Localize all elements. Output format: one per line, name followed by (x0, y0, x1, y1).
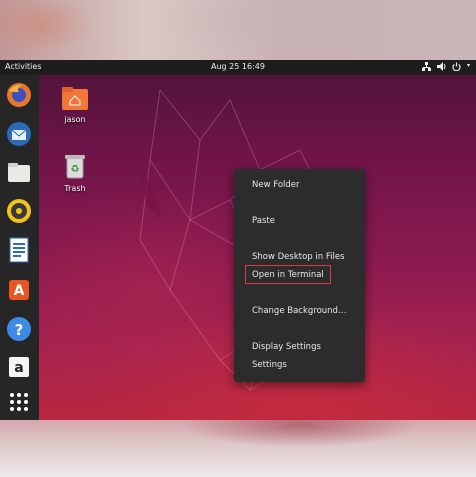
desktop-icon-home[interactable]: jason (55, 85, 95, 124)
ubuntu-software-icon[interactable]: A (5, 275, 33, 303)
blurred-background-top (0, 0, 476, 60)
thunderbird-icon[interactable] (5, 120, 33, 148)
help-icon[interactable]: ? (5, 315, 33, 343)
amazon-icon[interactable]: a (5, 353, 33, 381)
volume-icon[interactable] (436, 62, 446, 71)
svg-text:♻: ♻ (71, 164, 80, 175)
desktop-icon-trash[interactable]: ♻ Trash (55, 152, 95, 193)
menu-item-display-settings[interactable]: Display Settings (252, 342, 321, 352)
desktop-icon-label: Trash (64, 184, 86, 193)
home-folder-icon (62, 87, 88, 110)
menu-item-show-desktop-in-files[interactable]: Show Desktop in Files (252, 252, 345, 262)
svg-text:A: A (14, 283, 25, 299)
power-icon[interactable] (452, 62, 461, 71)
blurred-background-bottom (0, 420, 476, 477)
clock[interactable]: Aug 25 16:49 (0, 62, 476, 71)
desktop-icon-label: jason (64, 115, 86, 124)
desktop-context-menu: New Folder Paste Show Desktop in Files O… (234, 169, 365, 382)
top-bar: Activities Aug 25 16:49 ▾ (0, 60, 476, 75)
menu-item-settings[interactable]: Settings (252, 360, 287, 370)
menu-item-open-in-terminal[interactable]: Open in Terminal (252, 270, 324, 280)
rhythmbox-icon[interactable] (5, 197, 33, 225)
svg-text:a: a (14, 360, 23, 376)
files-icon[interactable] (5, 159, 33, 187)
show-applications-icon[interactable] (5, 388, 33, 416)
system-tray[interactable]: ▾ (421, 62, 470, 71)
dock: A ? a (0, 75, 39, 420)
menu-item-new-folder[interactable]: New Folder (252, 180, 300, 190)
network-icon[interactable] (421, 62, 431, 71)
tray-menu-arrow-icon[interactable]: ▾ (467, 62, 470, 71)
menu-item-change-background[interactable]: Change Background… (252, 306, 346, 316)
svg-text:?: ? (15, 321, 24, 339)
libreoffice-writer-icon[interactable] (5, 236, 33, 264)
menu-item-paste[interactable]: Paste (252, 216, 275, 226)
firefox-icon[interactable] (5, 81, 33, 109)
trash-icon: ♻ (65, 155, 85, 179)
